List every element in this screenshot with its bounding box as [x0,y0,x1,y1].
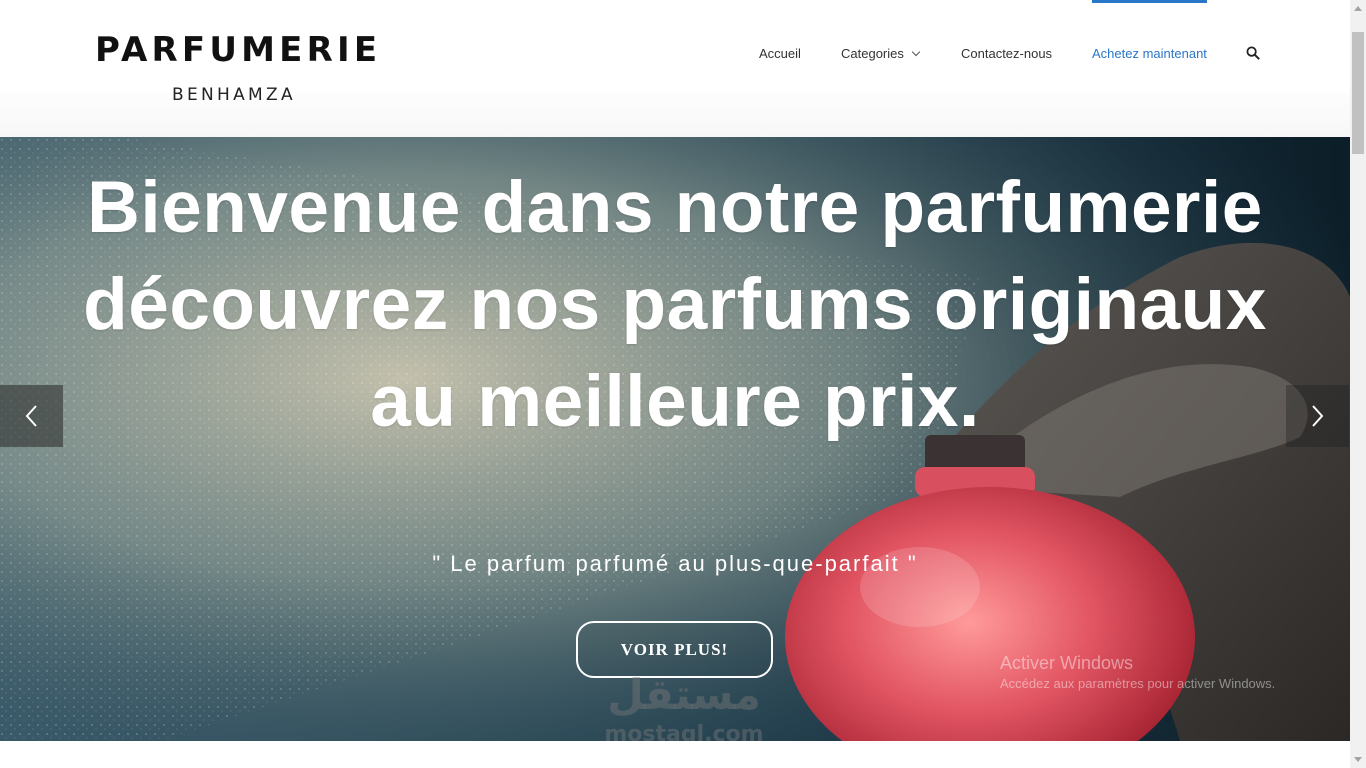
chevron-left-icon [25,405,37,427]
hero-tagline: " Le parfum parfumé au plus-que-parfait … [432,551,918,576]
logo-title: PARFUMERIE [95,30,382,70]
slider-next-button[interactable] [1286,385,1349,447]
chevron-right-icon [1312,405,1324,427]
nav-item-buy-now[interactable]: Achetez maintenant [1092,0,1207,107]
windows-activation-watermark: Activer Windows Accédez aux paramètres p… [1000,652,1275,693]
nav-label: Contactez-nous [961,46,1053,61]
page-scrollbar[interactable] [1350,0,1366,768]
nav-item-contact[interactable]: Contactez-nous [961,0,1052,107]
search-icon[interactable] [1246,46,1260,60]
watermark-title: Activer Windows [1000,653,1134,673]
mostaql-latin-text: mostaql.com [604,722,764,741]
nav-label: Achetez maintenant [1092,46,1207,61]
scroll-down-icon[interactable] [1350,751,1366,768]
hero-slider: Bienvenue dans notre parfumerie découvre… [0,137,1350,741]
chevron-down-icon [911,47,921,56]
scroll-up-icon[interactable] [1350,0,1366,17]
slider-prev-button[interactable] [0,385,63,447]
nav-label: Accueil [759,46,801,61]
logo-subtitle: BENHAMZA [172,85,296,105]
nav-item-categories[interactable]: Categories [841,0,921,107]
nav-label: Categories [841,46,904,61]
site-logo[interactable]: PARFUMERIE BENHAMZA [95,30,387,110]
site-header: PARFUMERIE BENHAMZA Accueil Categories C… [0,0,1350,137]
hero-headline: Bienvenue dans notre parfumerie découvre… [83,167,1267,442]
scrollbar-thumb[interactable] [1352,32,1364,154]
nav-item-accueil[interactable]: Accueil [759,0,801,107]
watermark-subtitle: Accédez aux paramètres pour activer Wind… [1000,676,1276,691]
mostaql-watermark: مستقل mostaql.com [598,670,770,741]
mostaql-arabic-text: مستقل [607,670,761,719]
